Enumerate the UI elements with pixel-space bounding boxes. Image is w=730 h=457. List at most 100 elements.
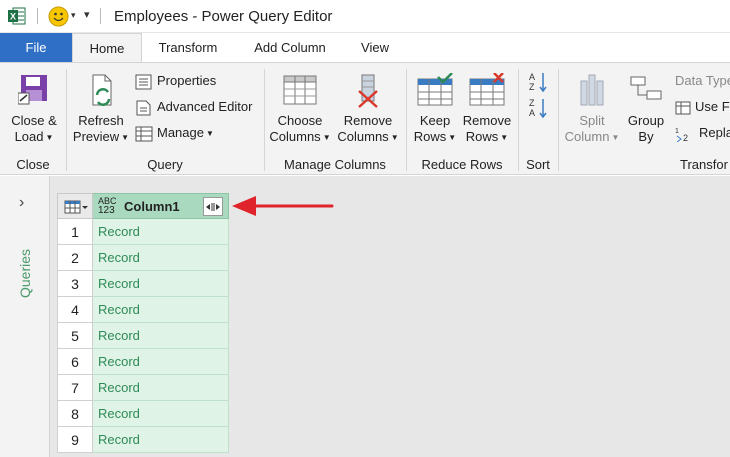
choose-columns-label-1: Choose [277, 113, 323, 128]
choose-columns-button[interactable]: Choose Columns ▼ [268, 73, 332, 146]
row-number: 7 [57, 375, 93, 401]
row-number: 2 [57, 245, 93, 271]
split-column-button[interactable]: Split Column ▼ [562, 73, 622, 146]
ribbon-tabs: File Home Transform Add Column View [0, 33, 730, 63]
row-number: 4 [57, 297, 93, 323]
query-group-label: Query [147, 157, 183, 172]
expand-column-button[interactable] [203, 197, 223, 216]
refresh-preview-button[interactable]: Refresh Preview ▼ [72, 73, 130, 146]
smiley-dropdown-icon[interactable]: ▾ [71, 10, 76, 21]
title-separator [37, 8, 38, 24]
close-load-dropdown-icon: ▼ [45, 132, 54, 142]
table-icon [64, 200, 88, 214]
quick-access-more-icon[interactable]: ▾ [84, 8, 90, 21]
tab-add-column[interactable]: Add Column [238, 33, 342, 62]
properties-button[interactable]: Properties [135, 71, 216, 91]
properties-label: Properties [157, 73, 217, 88]
transform-group-label: Transfor [680, 157, 728, 172]
replace-values-icon: 1 2 [675, 128, 688, 142]
record-cell[interactable]: Record [93, 323, 229, 349]
svg-text:Z: Z [529, 98, 535, 108]
close-load-button[interactable]: Close & Load ▼ [6, 73, 62, 146]
expand-queries-chevron-icon[interactable]: › [19, 194, 24, 212]
split-column-label-1: Split [579, 113, 605, 128]
refresh-label-1: Refresh [78, 113, 124, 128]
keep-rows-label-2: Rows ▼ [410, 129, 460, 146]
use-first-row-button[interactable]: Use F [675, 97, 730, 117]
tab-view[interactable]: View [348, 33, 402, 62]
keep-rows-icon [417, 73, 453, 106]
column-name: Column1 [124, 199, 180, 214]
table-row: 4 Record [57, 297, 229, 323]
replace-values-button[interactable]: 1 2 Repla [675, 123, 730, 143]
table-menu-button[interactable] [57, 193, 93, 219]
data-type-button[interactable]: Data Type [675, 71, 730, 91]
remove-rows-label-1: Remove [462, 113, 512, 128]
row-number: 6 [57, 349, 93, 375]
group-separator [558, 69, 559, 171]
manage-label: Manage [157, 125, 204, 140]
group-separator [264, 69, 265, 171]
title-bar: X ▾ ▾ Employees - Power Query Editor [0, 0, 730, 33]
svg-text:Z: Z [529, 82, 535, 92]
reduce-rows-group-label: Reduce Rows [421, 157, 503, 172]
keep-rows-dropdown-icon: ▼ [448, 132, 457, 142]
tab-transform[interactable]: Transform [146, 33, 230, 62]
keep-rows-label-2-text: Rows [413, 129, 447, 144]
table-row: 2 Record [57, 245, 229, 271]
record-cell[interactable]: Record [93, 427, 229, 453]
close-group-label: Close [16, 157, 50, 172]
group-separator [406, 69, 407, 171]
remove-columns-button[interactable]: Remove Columns ▼ [336, 73, 400, 146]
close-load-icon [18, 75, 47, 105]
split-column-dropdown-icon: ▼ [611, 132, 620, 142]
tab-file[interactable]: File [0, 33, 72, 62]
remove-columns-label-2: Columns ▼ [336, 129, 400, 146]
row-number: 5 [57, 323, 93, 349]
record-cell[interactable]: Record [93, 349, 229, 375]
row-number: 8 [57, 401, 93, 427]
group-separator [66, 69, 67, 171]
window-title: Employees - Power Query Editor [114, 8, 333, 25]
manage-columns-group-label: Manage Columns [284, 157, 386, 172]
properties-icon [135, 74, 152, 90]
keep-rows-button[interactable]: Keep Rows ▼ [410, 73, 460, 146]
data-type-label: Data Type [675, 73, 730, 88]
refresh-label-2-text: Preview [72, 129, 120, 144]
ribbon: Close & Load ▼ Close Refresh Preview ▼ Pro… [0, 62, 730, 175]
remove-rows-label-2-text: Rows [465, 129, 499, 144]
record-cell[interactable]: Record [93, 375, 229, 401]
column-type-icon[interactable]: ABC 123 [98, 197, 117, 216]
queries-pane: › Queries [0, 176, 50, 457]
advanced-editor-icon [136, 100, 151, 116]
manage-icon [135, 126, 153, 142]
advanced-editor-button[interactable]: Advanced Editor [135, 97, 252, 117]
content-area: › Queries ABC 123 Column1 1 Record 2 Rec… [0, 176, 730, 457]
close-load-label-2-text: Load [14, 129, 44, 144]
sort-descending-icon[interactable]: Z A [528, 97, 548, 119]
record-cell[interactable]: Record [93, 401, 229, 427]
remove-rows-button[interactable]: Remove Rows ▼ [462, 73, 512, 146]
row-number: 3 [57, 271, 93, 297]
record-cell[interactable]: Record [93, 271, 229, 297]
excel-icon: X [8, 7, 26, 25]
close-load-label-2: Load ▼ [6, 129, 62, 146]
table-row: 6 Record [57, 349, 229, 375]
record-cell[interactable]: Record [93, 245, 229, 271]
table-row: 8 Record [57, 401, 229, 427]
svg-text:2: 2 [683, 133, 688, 142]
group-by-button[interactable]: Group By [622, 73, 670, 145]
tab-home[interactable]: Home [72, 33, 142, 63]
row-number: 1 [57, 219, 93, 245]
use-first-row-icon [675, 101, 691, 115]
replace-values-label: Repla [699, 125, 730, 140]
smiley-icon[interactable] [48, 6, 69, 27]
sort-ascending-icon[interactable]: A Z [528, 71, 548, 93]
group-separator [518, 69, 519, 171]
manage-button[interactable]: Manage ▼ [135, 123, 214, 143]
column-header[interactable]: ABC 123 Column1 [93, 193, 229, 219]
table-row: 3 Record [57, 271, 229, 297]
group-by-label-1: Group [627, 113, 665, 128]
record-cell[interactable]: Record [93, 297, 229, 323]
record-cell[interactable]: Record [93, 219, 229, 245]
